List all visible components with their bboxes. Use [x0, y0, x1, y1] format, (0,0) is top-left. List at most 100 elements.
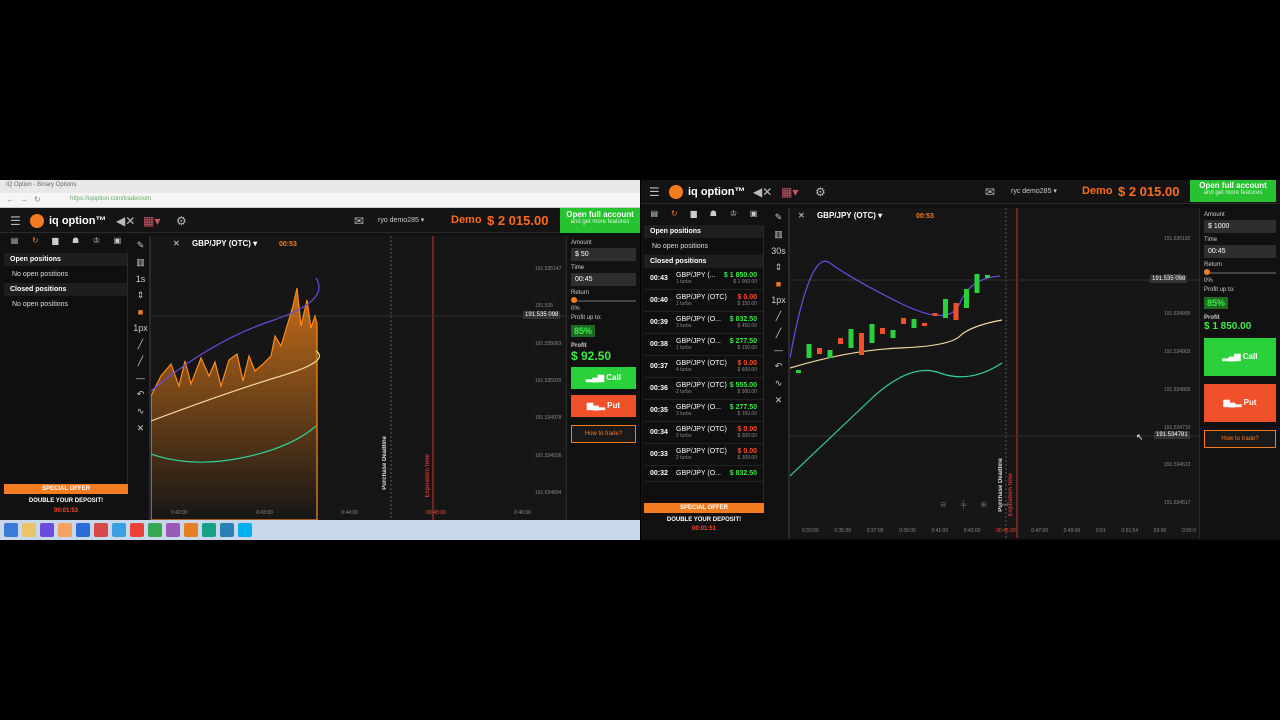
chart-tool-icon[interactable]: ↶ — [775, 361, 783, 372]
chart-tool-icon[interactable]: ■ — [776, 279, 781, 289]
trophy-icon[interactable]: ♔ — [730, 209, 737, 223]
return-slider[interactable] — [1204, 269, 1276, 275]
trade-row[interactable]: 00:32 GBP/JPY (O... $ 832.50 — [644, 466, 763, 482]
taskbar-app-icon[interactable] — [148, 523, 162, 537]
history-icon[interactable]: ↻ — [671, 209, 678, 223]
closed-positions-header[interactable]: Closed positions — [644, 255, 763, 268]
chart-tool-icon[interactable]: ▥ — [136, 257, 145, 268]
taskbar-app-icon[interactable] — [220, 523, 234, 537]
how-to-trade-button[interactable]: How to trade? — [1204, 430, 1276, 448]
open-positions-header[interactable]: Open positions — [644, 225, 763, 238]
chart-icon[interactable]: ▆ — [52, 236, 58, 250]
chart-tool-icon[interactable]: ∿ — [775, 378, 783, 389]
chart-tool-icon[interactable]: 1px — [771, 295, 786, 305]
trade-row[interactable]: 00:38 GBP/JPY (O... 1 turbo $ 277.50 $ 150.0… — [644, 334, 763, 356]
user-menu[interactable]: ryo demo285 ▾ — [378, 216, 424, 224]
trade-row[interactable]: 00:39 GBP/JPY (O... 3 turbo $ 832.50 $ 450.0… — [644, 312, 763, 334]
list-icon[interactable]: ▤ — [650, 209, 658, 223]
trade-row[interactable]: 00:37 GBP/JPY (OTC) 4 turbo $ 0.00 $ 600.00 — [644, 356, 763, 378]
chart-tool-icon[interactable]: 30s — [771, 246, 786, 256]
sound-icon[interactable]: ◀✕ — [753, 185, 772, 199]
user-menu[interactable]: ryc demo285 ▾ — [1011, 187, 1057, 195]
mail-icon[interactable]: ✉ — [354, 214, 364, 228]
url-field[interactable]: https://iqoption.com/traderoom — [70, 196, 151, 202]
list-icon[interactable]: ▤ — [11, 236, 19, 250]
chart-tool-icon[interactable]: — — [136, 373, 145, 383]
chart-tool-icon[interactable]: 1s — [136, 274, 146, 284]
taskbar-app-icon[interactable] — [202, 523, 216, 537]
mail-icon[interactable]: ✉ — [985, 185, 995, 199]
trade-row[interactable]: 00:43 GBP/JPY (... 1 turbo $ 1 850.00 $ 1 00… — [644, 268, 763, 290]
open-account-button[interactable]: Open full account and get more features — [560, 208, 640, 233]
history-icon[interactable]: ↻ — [32, 236, 39, 250]
amount-input[interactable]: $ 50 — [571, 248, 636, 261]
time-select[interactable]: 00:45 — [1204, 245, 1276, 258]
trade-row[interactable]: 00:33 GBP/JPY (OTC) 2 turbo $ 0.00 $ 300.00 — [644, 444, 763, 466]
chart-tool-icon[interactable]: ✎ — [137, 240, 145, 251]
taskbar-app-icon[interactable] — [22, 523, 36, 537]
open-account-button[interactable]: Open full account and get more features — [1190, 180, 1276, 202]
chart-tool-icon[interactable]: ╱ — [138, 339, 143, 350]
flag-icon[interactable]: ▦▾ — [781, 185, 798, 199]
forward-icon[interactable]: → — [20, 195, 28, 204]
chart-tool-icon[interactable]: ✕ — [775, 395, 783, 406]
sound-icon[interactable]: ◀✕ — [116, 214, 135, 228]
chart-area[interactable]: ✕ GBP/JPY (OTC) ▾ 00:53 Purchase Deadlin… — [789, 208, 1200, 538]
open-positions-header[interactable]: Open positions — [4, 253, 127, 266]
settings-icon[interactable]: ⚙ — [815, 185, 826, 199]
chart-tool-icon[interactable]: ╱ — [138, 356, 143, 367]
chart-area[interactable]: ✕ GBP/JPY (OTC) ▾ 00:53 Purchase Deadlin… — [150, 236, 567, 520]
closed-positions-header[interactable]: Closed positions — [4, 283, 127, 296]
taskbar-app-icon[interactable] — [130, 523, 144, 537]
skip-end-icon[interactable]: ⏭ — [1001, 500, 1008, 510]
users-icon[interactable]: ☗ — [710, 209, 717, 223]
balance[interactable]: $ 2 015.00 — [1118, 184, 1179, 199]
return-slider[interactable] — [571, 297, 636, 303]
how-to-trade-button[interactable]: How to trade? — [571, 425, 636, 443]
taskbar-app-icon[interactable] — [40, 523, 54, 537]
amount-input[interactable]: $ 1000 — [1204, 220, 1276, 233]
video-icon[interactable]: ▣ — [750, 209, 758, 223]
put-button[interactable]: ▆▄▂ Put — [1204, 384, 1276, 422]
back-icon[interactable]: ← — [6, 195, 14, 204]
balance[interactable]: $ 2 015.00 — [487, 213, 548, 228]
time-select[interactable]: 00:45 — [571, 273, 636, 286]
trade-row[interactable]: 00:36 GBP/JPY (OTC) 2 turbo $ 555.00 $ 300.0… — [644, 378, 763, 400]
taskbar-app-icon[interactable] — [238, 523, 252, 537]
chart-tool-icon[interactable]: — — [774, 345, 783, 355]
chart-tool-icon[interactable]: ╱ — [776, 311, 781, 322]
settings-icon[interactable]: ⚙ — [176, 214, 187, 228]
chart-tool-icon[interactable]: ╱ — [776, 328, 781, 339]
chart-tool-icon[interactable]: ■ — [138, 307, 143, 317]
taskbar-app-icon[interactable] — [112, 523, 126, 537]
zoom-in-icon[interactable]: ⊕ — [980, 500, 987, 510]
reload-icon[interactable]: ↻ — [34, 195, 41, 204]
trade-row[interactable]: 00:34 GBP/JPY (OTC) 2 turbo $ 0.00 $ 300.00 — [644, 422, 763, 444]
chart-tool-icon[interactable]: ▥ — [774, 229, 783, 240]
chart-tool-icon[interactable]: ∿ — [137, 406, 145, 417]
taskbar-app-icon[interactable] — [58, 523, 72, 537]
chart-icon[interactable]: ▆ — [691, 209, 697, 223]
chart-tool-icon[interactable]: 1px — [133, 323, 148, 333]
taskbar-app-icon[interactable] — [184, 523, 198, 537]
menu-icon[interactable]: ☰ — [10, 214, 21, 228]
taskbar-app-icon[interactable] — [166, 523, 180, 537]
menu-icon[interactable]: ☰ — [649, 185, 660, 199]
zoom-controls[interactable]: ⊖ ╪ ⊕ ⏭ — [940, 500, 1008, 510]
trade-row[interactable]: 00:40 GBP/JPY (OTC) 1 turbo $ 0.00 $ 150.00 — [644, 290, 763, 312]
chart-tool-icon[interactable]: ⇕ — [137, 290, 145, 301]
trophy-icon[interactable]: ♔ — [93, 236, 100, 250]
call-button[interactable]: ▂▄▆ Call — [1204, 338, 1276, 376]
trade-row[interactable]: 00:35 GBP/JPY (O... 3 turbo $ 277.50 $ 150.0… — [644, 400, 763, 422]
call-button[interactable]: ▂▄▆ Call — [571, 367, 636, 389]
chart-tool-icon[interactable]: ✎ — [775, 212, 783, 223]
browser-tab[interactable]: IQ Option - Binary Options — [6, 182, 76, 188]
taskbar-app-icon[interactable] — [94, 523, 108, 537]
zoom-out-icon[interactable]: ⊖ — [940, 500, 947, 510]
put-button[interactable]: ▆▄▂ Put — [571, 395, 636, 417]
logo[interactable]: iq option™ — [30, 214, 106, 228]
scroll-handle-icon[interactable]: ╪ — [961, 500, 967, 510]
chart-tool-icon[interactable]: ↶ — [137, 389, 145, 400]
chart-tool-icon[interactable]: ✕ — [137, 423, 145, 434]
chart-tool-icon[interactable]: ⇕ — [775, 262, 783, 273]
